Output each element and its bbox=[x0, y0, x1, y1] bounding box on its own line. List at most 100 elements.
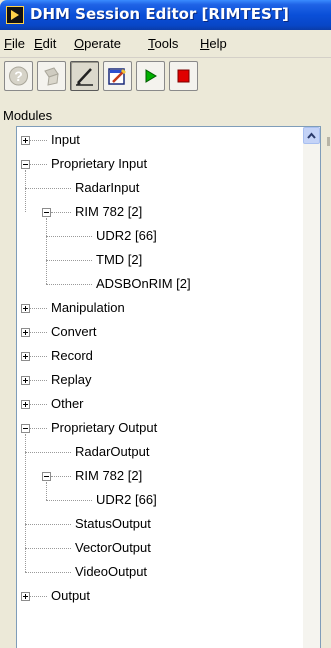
tree-item[interactable]: Record bbox=[17, 345, 302, 369]
svg-text:?: ? bbox=[14, 68, 23, 84]
window-title: DHM Session Editor [RIMTEST] bbox=[30, 5, 289, 23]
tree-item-label: StatusOutput bbox=[75, 516, 151, 531]
tree-item[interactable]: Replay bbox=[17, 369, 302, 393]
run-button[interactable] bbox=[136, 61, 165, 91]
left-strip bbox=[0, 126, 16, 648]
tree-item[interactable]: Other bbox=[17, 393, 302, 417]
tree-branch-line bbox=[30, 596, 47, 597]
expand-icon[interactable] bbox=[21, 136, 30, 145]
right-strip bbox=[321, 126, 331, 648]
title-bar[interactable]: DHM Session Editor [RIMTEST] bbox=[0, 0, 331, 30]
expand-icon[interactable] bbox=[21, 304, 30, 313]
tree-item[interactable]: RadarInput bbox=[17, 177, 302, 201]
tree-item-label: RadarInput bbox=[75, 180, 140, 195]
menu-operate[interactable]: Operate bbox=[74, 36, 121, 51]
plus-stroke bbox=[25, 594, 26, 599]
tree-item-label: Output bbox=[51, 588, 91, 603]
tree-item-label: TMD [2] bbox=[96, 252, 143, 267]
app-icon bbox=[6, 6, 24, 24]
expand-icon[interactable] bbox=[21, 352, 30, 361]
tree-branch-line bbox=[30, 404, 47, 405]
plus-stroke bbox=[25, 138, 26, 143]
collapse-icon[interactable] bbox=[42, 472, 51, 481]
tree-branch-line bbox=[30, 428, 47, 429]
tree-item[interactable]: StatusOutput bbox=[17, 513, 302, 537]
tree-branch-line bbox=[46, 500, 92, 501]
tree-branch-line bbox=[30, 164, 47, 165]
tree-item[interactable]: UDR2 [66] bbox=[17, 489, 302, 513]
tree-item-label: UDR2 [66] bbox=[96, 492, 157, 507]
tree-item-label: Convert bbox=[51, 324, 97, 339]
expand-icon[interactable] bbox=[21, 328, 30, 337]
collapse-icon[interactable] bbox=[21, 160, 30, 169]
tree-item[interactable]: Proprietary Output bbox=[17, 417, 302, 441]
plus-stroke bbox=[25, 306, 26, 311]
menu-edit[interactable]: Edit bbox=[34, 36, 56, 51]
session-editor-window: DHM Session Editor [RIMTEST] File Edit O… bbox=[0, 0, 331, 648]
tree-branch-line bbox=[25, 572, 71, 573]
collapse-icon[interactable] bbox=[21, 424, 30, 433]
tree-item[interactable]: VideoOutput bbox=[17, 561, 302, 585]
tree-branch-line bbox=[51, 212, 71, 213]
expand-icon[interactable] bbox=[21, 376, 30, 385]
disabled-tool-button[interactable] bbox=[37, 61, 66, 91]
toolbar: ? bbox=[0, 58, 331, 98]
tree-branch-line bbox=[51, 476, 71, 477]
tree-item-label: ADSBOnRIM [2] bbox=[96, 276, 191, 291]
help-button[interactable]: ? bbox=[4, 61, 33, 91]
collapse-icon[interactable] bbox=[42, 208, 51, 217]
plus-stroke bbox=[25, 354, 26, 359]
menu-tools[interactable]: Tools bbox=[148, 36, 178, 51]
edit-pen-button[interactable] bbox=[70, 61, 99, 91]
tree-item-label: Replay bbox=[51, 372, 92, 387]
tree-item-label: Proprietary Output bbox=[51, 420, 158, 435]
tree-item[interactable]: Proprietary Input bbox=[17, 153, 302, 177]
tree-item[interactable]: RadarOutput bbox=[17, 441, 302, 465]
menu-file[interactable]: File bbox=[4, 36, 25, 51]
tree-item[interactable]: TMD [2] bbox=[17, 249, 302, 273]
tree-branch-line bbox=[46, 260, 92, 261]
tree-item[interactable]: VectorOutput bbox=[17, 537, 302, 561]
tree-item[interactable]: Manipulation bbox=[17, 297, 302, 321]
expand-icon[interactable] bbox=[21, 400, 30, 409]
modules-label: Modules bbox=[3, 108, 53, 123]
tree-item-label: UDR2 [66] bbox=[96, 228, 157, 243]
tree-item-label: Input bbox=[51, 132, 80, 147]
scroll-up-button[interactable] bbox=[303, 127, 320, 144]
stop-icon bbox=[177, 69, 190, 83]
tree-branch-line bbox=[30, 380, 47, 381]
tree-branch-line bbox=[25, 548, 71, 549]
tree-item[interactable]: ADSBOnRIM [2] bbox=[17, 273, 302, 297]
tool-icon bbox=[44, 67, 59, 86]
plus-stroke bbox=[25, 402, 26, 407]
tree-item-label: Other bbox=[51, 396, 84, 411]
tree-branch-line bbox=[25, 452, 71, 453]
tree-item-label: Record bbox=[51, 348, 93, 363]
tree-branch-line bbox=[30, 140, 47, 141]
menu-bar: File Edit Operate Tools Help bbox=[0, 30, 331, 58]
play-icon bbox=[145, 69, 157, 83]
tree-item-label: RadarOutput bbox=[75, 444, 150, 459]
tree-item[interactable]: Input bbox=[17, 129, 302, 153]
stop-button[interactable] bbox=[169, 61, 198, 91]
tree-item-label: RIM 782 [2] bbox=[75, 468, 143, 483]
edit-session-button[interactable] bbox=[103, 61, 132, 91]
tree-item[interactable]: RIM 782 [2] bbox=[17, 201, 302, 225]
tree-item[interactable]: Output bbox=[17, 585, 302, 609]
tree-item[interactable]: RIM 782 [2] bbox=[17, 465, 302, 489]
plus-stroke bbox=[25, 330, 26, 335]
tree-branch-line bbox=[46, 236, 92, 237]
tree-item-label: VectorOutput bbox=[75, 540, 151, 555]
panel-edge-mark bbox=[327, 137, 330, 146]
edit-icon bbox=[108, 68, 126, 85]
plus-stroke bbox=[25, 378, 26, 383]
tree-item[interactable]: Convert bbox=[17, 321, 302, 345]
tree-item-label: RIM 782 [2] bbox=[75, 204, 143, 219]
menu-help[interactable]: Help bbox=[200, 36, 227, 51]
expand-icon[interactable] bbox=[21, 592, 30, 601]
tree-item[interactable]: UDR2 [66] bbox=[17, 225, 302, 249]
modules-tree[interactable]: Input Proprietary Input RadarInput RIM 782 … bbox=[16, 126, 321, 648]
minus-stroke bbox=[44, 476, 49, 477]
vertical-scrollbar[interactable] bbox=[303, 127, 320, 648]
tree-item-label: Manipulation bbox=[51, 300, 125, 315]
